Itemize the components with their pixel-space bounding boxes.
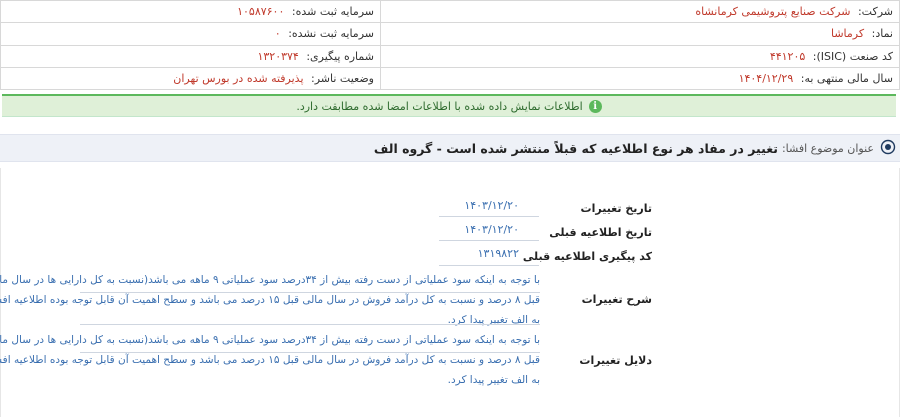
fiscal-year-cell: سال مالی منتهی به: ۱۴۰۴/۱۲/۲۹ — [380, 66, 900, 91]
info-row: شرکت: شرکت صنایع پتروشیمی کرمانشاه سرمای… — [0, 0, 900, 24]
subject-bar: عنوان موضوع افشا: تغییر در مفاد هر نوع ا… — [0, 134, 900, 162]
divider — [439, 240, 539, 241]
verification-notice: i اطلاعات نمایش داده شده با اطلاعات امضا… — [2, 94, 896, 117]
info-row: کد صنعت (ISIC): ۴۴۱۲۰۵ شماره پیگیری: ۱۳۲… — [0, 44, 900, 68]
company-value[interactable]: شرکت صنایع پتروشیمی کرمانشاه — [695, 5, 850, 18]
notice-text: اطلاعات نمایش داده شده با اطلاعات امضا ش… — [296, 99, 583, 113]
tracking-value: ۱۳۲۰۳۷۴ — [257, 49, 299, 63]
company-info-table: شرکت: شرکت صنایع پتروشیمی کرمانشاه سرمای… — [0, 0, 900, 91]
reason-line: به الف تغییر پیدا کرد. — [447, 374, 540, 386]
capital-unregistered-value: ۰ — [274, 27, 281, 41]
prev-notice-date-value: ۱۴۰۳/۱۲/۲۰ — [464, 223, 519, 236]
fiscal-year-value: ۱۴۰۴/۱۲/۲۹ — [738, 71, 794, 85]
change-desc-text: با توجه به اینکه سود عملیاتی از دست رفته… — [0, 270, 540, 330]
isic-label: کد صنعت (ISIC): — [812, 49, 893, 63]
target-icon — [880, 139, 896, 155]
capital-registered-label: سرمایه ثبت شده: — [291, 5, 374, 19]
publisher-status-label: وضعیت ناشر: — [311, 71, 374, 85]
publisher-status-cell: وضعیت ناشر: پذیرفته شده در بورس تهران — [0, 66, 381, 91]
prev-tracking-value: ۱۳۱۹۸۲۲ — [477, 247, 519, 260]
isic-value: ۴۴۱۲۰۵ — [769, 49, 806, 63]
info-icon: i — [588, 99, 602, 113]
info-row: نماد: کرماشا سرمایه ثبت نشده: ۰ — [0, 22, 900, 46]
desc-line: قبل ۸ درصد و نسبت به کل درآمد فروش در سا… — [0, 294, 540, 306]
prev-tracking-label: کد پیگیری اطلاعیه قبلی — [522, 250, 652, 263]
reason-line: قبل ۸ درصد و نسبت به کل درآمد فروش در سا… — [0, 354, 540, 366]
divider — [80, 324, 540, 325]
subject-value: تغییر در مفاد هر نوع اطلاعیه که قبلاً من… — [373, 140, 778, 156]
divider — [80, 292, 540, 293]
publisher-status-value: پذیرفته شده در بورس تهران — [173, 71, 304, 85]
tracking-cell: شماره پیگیری: ۱۳۲۰۳۷۴ — [0, 44, 381, 68]
change-date-value: ۱۴۰۳/۱۲/۲۰ — [464, 199, 519, 212]
capital-registered-value: ۱۰۵۸۷۶۰۰ — [237, 5, 285, 19]
symbol-cell: نماد: کرماشا — [380, 22, 900, 46]
desc-line: به الف تغییر پیدا کرد. — [447, 314, 540, 326]
change-reason-label: دلایل تغییرات — [579, 354, 652, 367]
company-label: شرکت: — [857, 5, 893, 19]
company-cell: شرکت: شرکت صنایع پتروشیمی کرمانشاه — [380, 0, 900, 24]
change-date-label: تاریخ تغییرات — [580, 202, 652, 215]
divider — [439, 216, 539, 217]
capital-unregistered-cell: سرمایه ثبت نشده: ۰ — [0, 22, 381, 46]
isic-cell: کد صنعت (ISIC): ۴۴۱۲۰۵ — [380, 44, 900, 68]
change-reason-text: با توجه به اینکه سود عملیاتی از دست رفته… — [0, 330, 540, 390]
desc-line: با توجه به اینکه سود عملیاتی از دست رفته… — [0, 274, 540, 286]
details-panel: تاریخ تغییرات ۱۴۰۳/۱۲/۲۰ تاریخ اطلاعیه ق… — [0, 168, 900, 417]
symbol-value[interactable]: کرماشا — [831, 27, 864, 40]
divider — [439, 265, 539, 266]
info-row: سال مالی منتهی به: ۱۴۰۴/۱۲/۲۹ وضعیت ناشر… — [0, 66, 900, 91]
subject-title: عنوان موضوع افشا: تغییر در مفاد هر نوع ا… — [374, 135, 874, 161]
symbol-label: نماد: — [871, 27, 893, 41]
tracking-label: شماره پیگیری: — [306, 49, 374, 63]
capital-unregistered-label: سرمایه ثبت نشده: — [288, 27, 374, 41]
subject-label: عنوان موضوع افشا: — [781, 141, 874, 155]
prev-notice-date-label: تاریخ اطلاعیه قبلی — [549, 226, 652, 239]
change-desc-label: شرح تغییرات — [581, 293, 652, 306]
fiscal-year-label: سال مالی منتهی به: — [800, 71, 893, 85]
divider — [80, 352, 540, 353]
capital-registered-cell: سرمایه ثبت شده: ۱۰۵۸۷۶۰۰ — [0, 0, 381, 24]
reason-line: با توجه به اینکه سود عملیاتی از دست رفته… — [0, 334, 540, 346]
